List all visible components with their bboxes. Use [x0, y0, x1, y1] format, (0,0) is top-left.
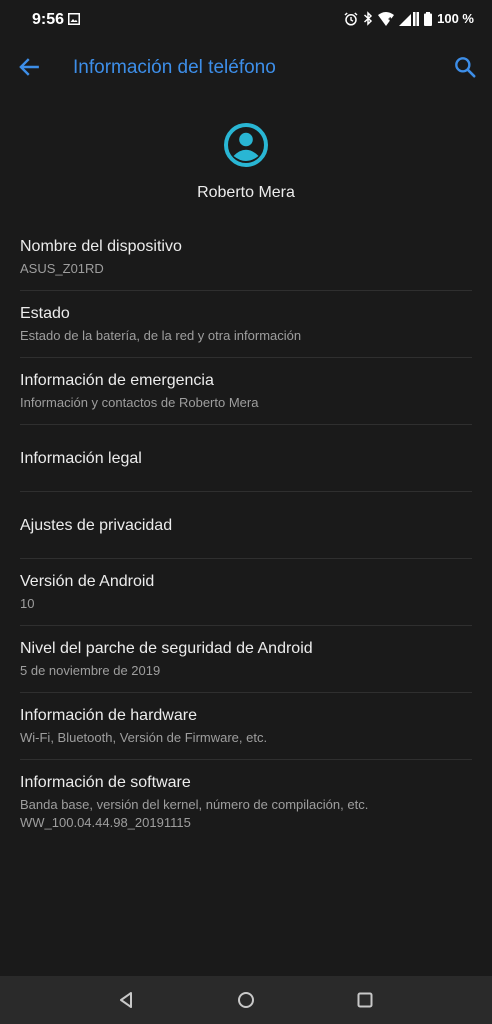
list-item-android-version[interactable]: Versión de Android 10 — [0, 559, 492, 626]
status-bar: 9:56 100 % — [0, 0, 492, 40]
signal-icon — [399, 11, 420, 26]
navigation-bar — [0, 976, 492, 1024]
back-arrow-icon[interactable] — [16, 54, 42, 80]
battery-percent: 100 % — [437, 11, 474, 26]
item-subtitle-build: WW_100.04.44.98_20191115 — [20, 815, 191, 830]
item-subtitle: ASUS_Z01RD — [20, 261, 104, 276]
list-item-status[interactable]: Estado Estado de la batería, de la red y… — [0, 291, 492, 358]
item-title: Información de emergencia — [20, 372, 214, 389]
list-item-device-name[interactable]: Nombre del dispositivo ASUS_Z01RD — [0, 224, 492, 291]
bluetooth-icon — [364, 11, 373, 26]
item-title: Versión de Android — [20, 573, 155, 590]
list-item-privacy[interactable]: Ajustes de privacidad — [0, 492, 492, 559]
item-subtitle: 5 de noviembre de 2019 — [20, 663, 161, 678]
item-title: Nombre del dispositivo — [20, 238, 182, 255]
settings-list: Nombre del dispositivo ASUS_Z01RD Estado… — [0, 224, 492, 844]
item-subtitle: Estado de la batería, de la red y otra i… — [20, 328, 302, 343]
list-item-emergency[interactable]: Información de emergencia Información y … — [0, 358, 492, 425]
alarm-icon — [344, 11, 358, 26]
home-circle-icon[interactable] — [235, 989, 257, 1011]
back-triangle-icon[interactable] — [115, 989, 137, 1011]
status-time: 9:56 — [32, 11, 65, 28]
profile-name: Roberto Mera — [197, 184, 295, 201]
account-circle-icon — [224, 123, 268, 167]
item-subtitle: Información y contactos de Roberto Mera — [20, 395, 259, 410]
item-title: Estado — [20, 305, 70, 322]
item-subtitle: Banda base, versión del kernel, número d… — [20, 797, 369, 812]
image-icon — [68, 13, 80, 25]
item-title: Información de software — [20, 774, 191, 791]
item-title: Ajustes de privacidad — [20, 516, 173, 534]
battery-icon — [424, 11, 433, 26]
status-icons: 100 % — [344, 11, 474, 26]
item-subtitle: 10 — [20, 596, 35, 611]
list-item-security-patch[interactable]: Nivel del parche de seguridad de Android… — [0, 626, 492, 693]
wifi-icon — [378, 11, 395, 26]
recents-square-icon[interactable] — [354, 989, 376, 1011]
page-title: Información del teléfono — [73, 57, 276, 78]
app-bar: Información del teléfono — [0, 44, 492, 92]
item-subtitle: Wi-Fi, Bluetooth, Versión de Firmware, e… — [20, 730, 268, 745]
list-item-hardware[interactable]: Información de hardware Wi-Fi, Bluetooth… — [0, 693, 492, 760]
list-item-legal[interactable]: Información legal — [0, 425, 492, 492]
item-title: Nivel del parche de seguridad de Android — [20, 640, 313, 657]
list-item-software[interactable]: Información de software Banda base, vers… — [0, 760, 492, 844]
item-title: Información de hardware — [20, 707, 197, 724]
item-title: Información legal — [20, 449, 142, 467]
search-icon[interactable] — [452, 54, 478, 80]
profile-header[interactable]: Roberto Mera — [0, 122, 492, 202]
